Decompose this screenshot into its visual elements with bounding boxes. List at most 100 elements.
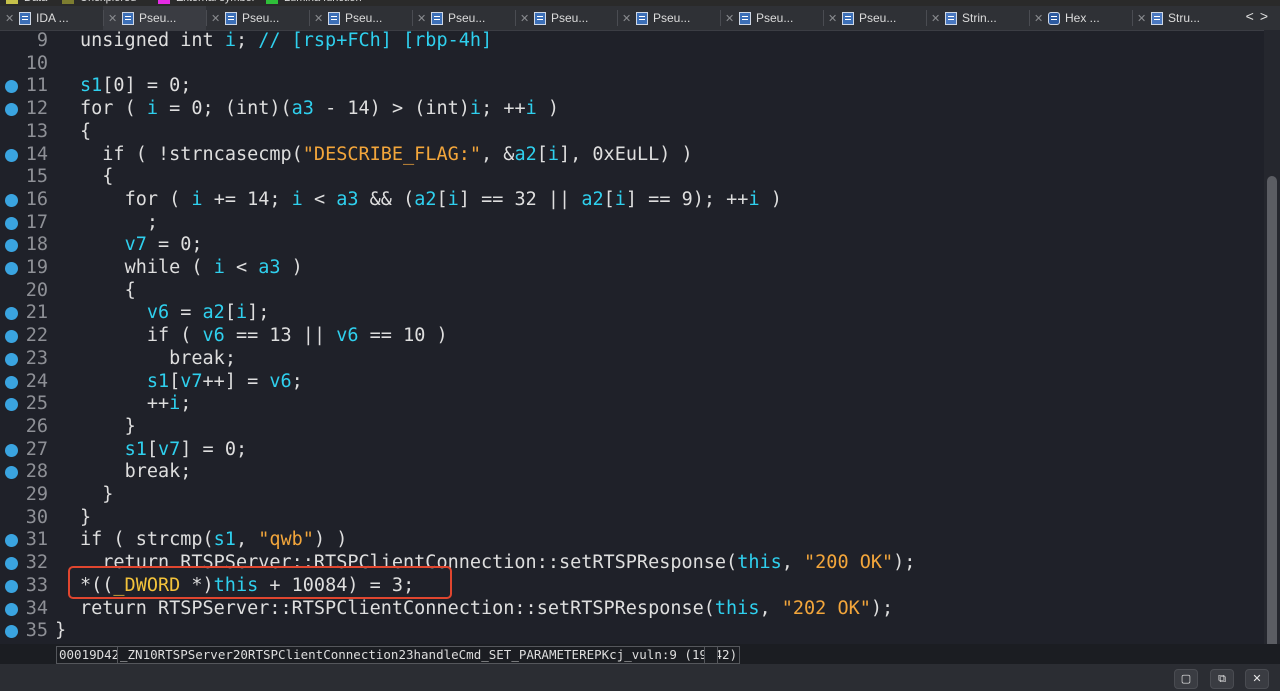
detach-icon[interactable]: ⧉ (1210, 669, 1234, 689)
tab-close-icon[interactable]: ✕ (622, 12, 632, 25)
tab[interactable]: ✕ Pseu... (206, 6, 309, 30)
code-line[interactable]: 18 v7 = 0; (0, 234, 1264, 257)
breakpoint-dot-icon[interactable] (5, 534, 18, 548)
code-line[interactable]: 34 return RTSPServer::RTSPClientConnectio… (0, 598, 1264, 621)
code-line[interactable]: 19 while ( i < a3 ) (0, 257, 1264, 280)
legend-swatch (62, 0, 74, 4)
code-line[interactable]: 26 } (0, 416, 1264, 439)
tab-prev-icon[interactable]: < (1246, 8, 1260, 24)
tab[interactable]: ✕ Stru... (1132, 6, 1235, 30)
tab[interactable]: ✕ Pseu... (103, 6, 206, 30)
tab[interactable]: ✕ Pseu... (412, 6, 515, 30)
status-address: 00019D42 (56, 646, 123, 664)
tab-next-icon[interactable]: > (1260, 8, 1274, 24)
breakpoint-dot-icon[interactable] (5, 148, 18, 162)
tab[interactable]: ✕ Pseu... (515, 6, 618, 30)
breakpoint-dot-icon[interactable] (5, 398, 18, 412)
code-line[interactable]: 14 if ( !strncasecmp("DESCRIBE_FLAG:", &… (0, 144, 1264, 167)
breakpoint-dot-icon[interactable] (5, 443, 18, 457)
line-number: 30 (25, 506, 48, 528)
breakpoint-dot-icon[interactable] (5, 375, 18, 389)
tab-close-icon[interactable]: ✕ (1137, 12, 1147, 25)
breakpoint-dot-icon[interactable] (5, 602, 18, 616)
breakpoint-dot-icon[interactable] (5, 352, 18, 366)
code-line[interactable]: 24 s1[v7++] = v6; (0, 371, 1264, 394)
code-line[interactable]: 27 s1[v7] = 0; (0, 439, 1264, 462)
code-line[interactable]: 9 unsigned int i; // [rsp+FCh] [rbp-4h] (0, 30, 1264, 53)
tab[interactable]: ✕ IDA ... (0, 6, 103, 30)
code-line[interactable]: 17 ; (0, 212, 1264, 235)
legend-item: External symbol (158, 0, 254, 4)
code-text: s1[v7] = 0; (124, 438, 248, 460)
code-text: if ( !strncasecmp("DESCRIBE_FLAG:", &a2[… (102, 143, 693, 165)
code-line[interactable]: 15 { (0, 166, 1264, 189)
tab-label: Pseu... (345, 11, 383, 25)
scrollbar-thumb[interactable] (1267, 176, 1277, 676)
breakpoint-dot-icon[interactable] (5, 216, 18, 230)
tab[interactable]: ✕ Pseu... (823, 6, 926, 30)
breakpoint-dot-icon[interactable] (5, 307, 18, 321)
code-line[interactable]: 28 break; (0, 461, 1264, 484)
vertical-scrollbar[interactable] (1264, 30, 1280, 676)
tab-close-icon[interactable]: ✕ (108, 12, 118, 25)
code-line[interactable]: 23 break; (0, 348, 1264, 371)
code-line[interactable]: 21 v6 = a2[i]; (0, 302, 1264, 325)
status-location: _ZN10RTSPServer20RTSPClientConnection23h… (117, 646, 741, 664)
breakpoint-dot-icon[interactable] (5, 466, 18, 480)
tab-close-icon[interactable]: ✕ (417, 12, 427, 25)
tab-nav[interactable]: <> (1246, 8, 1274, 24)
status-empty-cell (704, 646, 718, 664)
tab-label: Pseu... (139, 11, 177, 25)
breakpoint-dot-icon[interactable] (5, 239, 18, 253)
breakpoint-dot-icon[interactable] (5, 557, 18, 571)
close-icon[interactable]: ✕ (1245, 669, 1269, 689)
tab[interactable]: ✕ Pseu... (720, 6, 823, 30)
line-number: 16 (25, 188, 48, 210)
tab-separator (1029, 10, 1030, 26)
hex-view-icon (1048, 11, 1060, 25)
breakpoint-dot-icon[interactable] (5, 625, 18, 639)
code-line[interactable]: 13 { (0, 121, 1264, 144)
tab-separator (720, 10, 721, 26)
code-line[interactable]: 35} (0, 620, 1264, 643)
pseudocode-view[interactable]: 9 unsigned int i; // [rsp+FCh] [rbp-4h] 10… (0, 30, 1264, 644)
breakpoint-dot-icon[interactable] (5, 193, 18, 207)
pseudocode-icon (431, 11, 443, 25)
code-line[interactable]: 31 if ( strcmp(s1, "qwb") ) (0, 529, 1264, 552)
code-text: if ( v6 == 13 || v6 == 10 ) (146, 325, 448, 347)
highlight-box (68, 566, 452, 599)
code-line[interactable]: 12 for ( i = 0; (int)(a3 - 14) > (int)i; … (0, 98, 1264, 121)
structures-icon (1151, 11, 1163, 25)
code-line[interactable]: 11 s1[0] = 0; (0, 75, 1264, 98)
code-line[interactable]: 29 } (0, 484, 1264, 507)
code-text: s1[v7++] = v6; (146, 370, 303, 392)
legend-item: Data (6, 0, 47, 4)
code-line[interactable]: 25 ++i; (0, 393, 1264, 416)
restore-icon[interactable]: ▢ (1174, 669, 1198, 689)
breakpoint-dot-icon[interactable] (5, 579, 18, 593)
tab-close-icon[interactable]: ✕ (828, 12, 838, 25)
line-number: 24 (25, 370, 48, 392)
tab-close-icon[interactable]: ✕ (1034, 12, 1044, 25)
tab-close-icon[interactable]: ✕ (314, 12, 324, 25)
breakpoint-dot-icon[interactable] (5, 80, 18, 94)
tab[interactable]: ✕ Pseu... (309, 6, 412, 30)
tab-close-icon[interactable]: ✕ (931, 12, 941, 25)
breakpoint-dot-icon[interactable] (5, 262, 18, 275)
tab-close-icon[interactable]: ✕ (725, 12, 735, 25)
tab-label: Pseu... (756, 11, 794, 25)
tab[interactable]: ✕ Hex ... (1029, 6, 1132, 30)
tab-bar: ✕ IDA ... ✕ Pseu... ✕ Pseu... ✕ Pseu... ✕ Pseu...… (0, 6, 1280, 31)
code-line[interactable]: 20 { (0, 280, 1264, 303)
code-line[interactable]: 16 for ( i += 14; i < a3 && (a2[i] == 32… (0, 189, 1264, 212)
tab-close-icon[interactable]: ✕ (211, 12, 221, 25)
tab[interactable]: ✕ Strin... (926, 6, 1029, 30)
breakpoint-dot-icon[interactable] (5, 103, 18, 117)
tab-close-icon[interactable]: ✕ (5, 12, 15, 25)
code-line[interactable]: 22 if ( v6 == 13 || v6 == 10 ) (0, 325, 1264, 348)
breakpoint-dot-icon[interactable] (5, 330, 18, 344)
code-line[interactable]: 10 (0, 53, 1264, 76)
tab-close-icon[interactable]: ✕ (520, 12, 530, 25)
tab[interactable]: ✕ Pseu... (617, 6, 720, 30)
code-line[interactable]: 30} (0, 507, 1264, 530)
